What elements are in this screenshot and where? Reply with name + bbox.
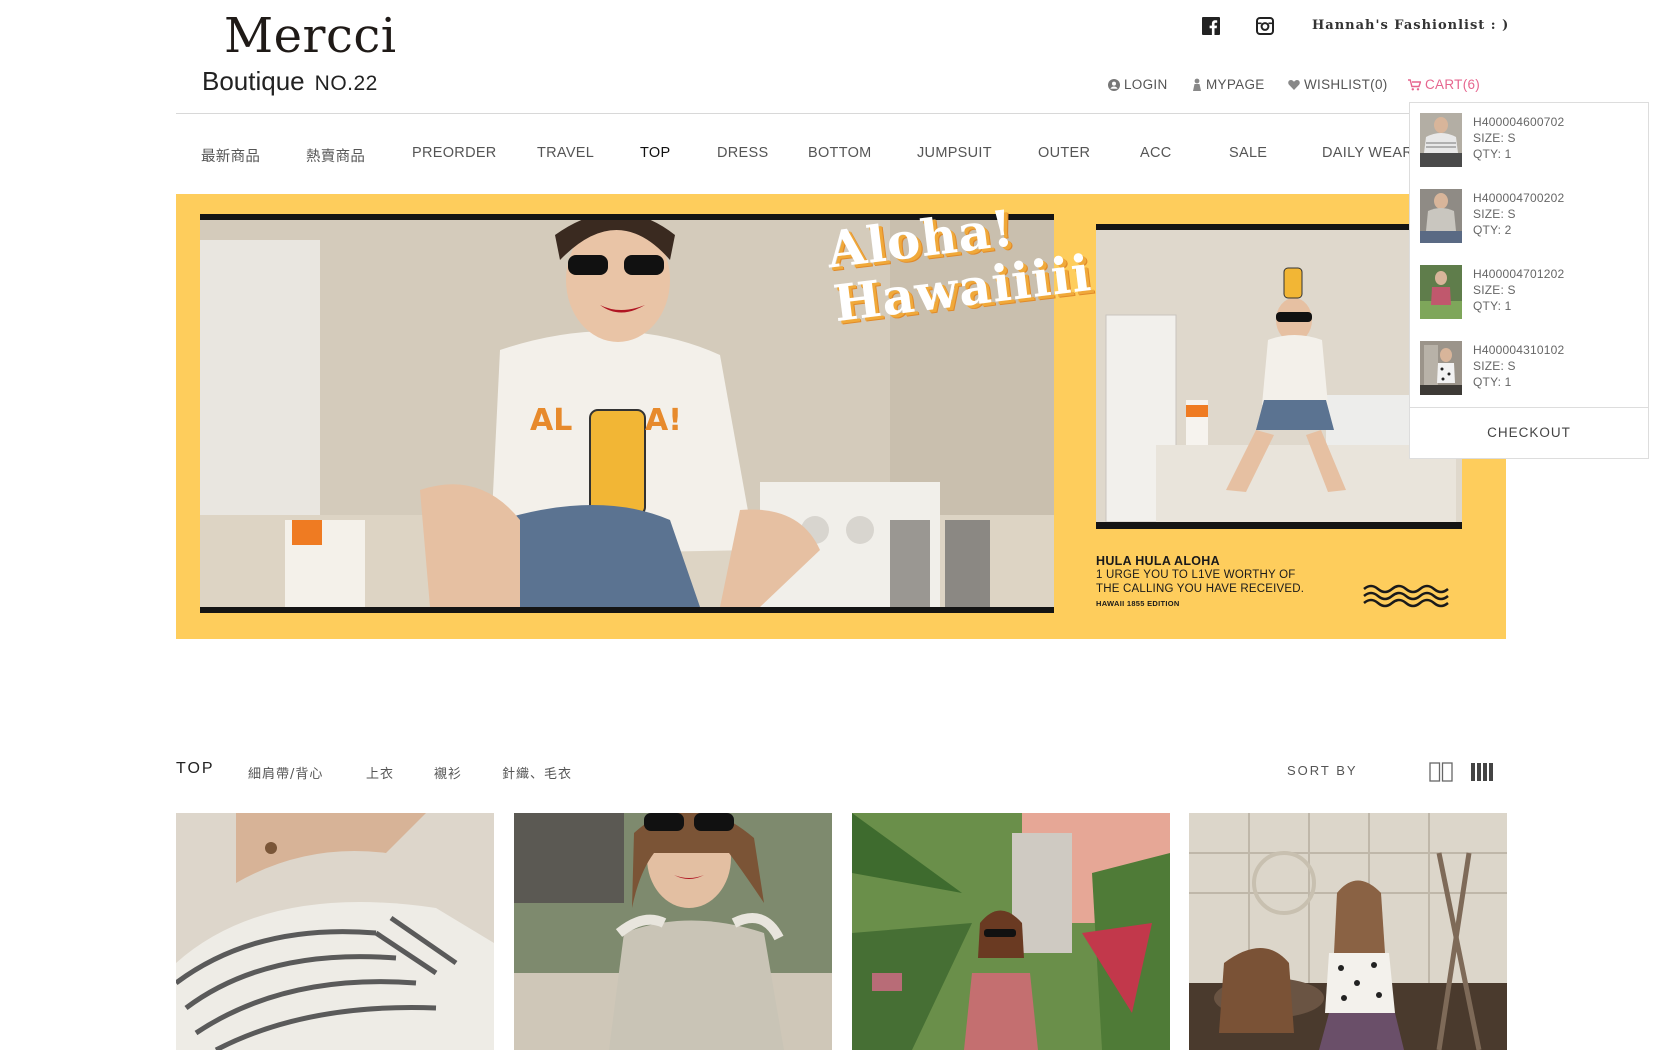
product-image (514, 813, 832, 1050)
sort-by-dropdown[interactable]: SORT BY (1287, 763, 1358, 778)
cart-item-code: H400004700202 (1473, 191, 1565, 205)
hero-banner[interactable]: AL A! Aloha! Hawaiiiii HULA HULA ALOHA 1… (176, 194, 1506, 639)
cart-item[interactable]: H400004701202 SIZE: S QTY: 1 (1420, 265, 1640, 319)
product-card[interactable] (852, 813, 1170, 1050)
nav-item-top[interactable]: TOP (640, 145, 670, 161)
nav-item-daily-wear[interactable]: DAILY WEAR (1322, 145, 1413, 161)
cart-item-code: H400004600702 (1473, 115, 1565, 129)
cart-item[interactable]: H400004600702 SIZE: S QTY: 1 (1420, 113, 1640, 167)
cart-item-qty: QTY: 1 (1473, 147, 1512, 161)
banner-copy-title: HULA HULA ALOHA (1096, 554, 1220, 568)
grid-4-icon[interactable] (1470, 762, 1494, 782)
product-image (176, 813, 494, 1050)
nav-item-acc[interactable]: ACC (1140, 145, 1172, 161)
brand-subtitle: Boutique NO.22 (202, 66, 378, 97)
product-image (852, 813, 1170, 1050)
mypage-label: MYPAGE (1206, 77, 1265, 92)
cart-link[interactable]: CART(6) (1408, 77, 1480, 92)
cart-item-size: SIZE: S (1473, 131, 1516, 145)
login-label: LOGIN (1124, 77, 1168, 92)
person-icon (1193, 78, 1201, 91)
instagram-icon[interactable] (1256, 17, 1274, 35)
cart-icon (1408, 78, 1421, 90)
shirt-print-left: AL (530, 403, 572, 438)
nav-item-new[interactable]: 最新商品 (201, 145, 260, 166)
product-image (1189, 813, 1507, 1050)
section-title: TOP (176, 760, 215, 777)
cart-item-code: H400004701202 (1473, 267, 1565, 281)
cart-dropdown: H400004600702 SIZE: S QTY: 1 H4000047002… (1409, 102, 1649, 459)
cart-item[interactable]: H400004310102 SIZE: S QTY: 1 (1420, 341, 1640, 395)
checkout-button[interactable]: CHECKOUT (1410, 425, 1648, 440)
cart-item-thumbnail (1420, 265, 1462, 319)
cart-item-info: H400004701202 SIZE: S QTY: 1 (1473, 266, 1564, 314)
nav-item-dress[interactable]: DRESS (717, 145, 768, 161)
cart-item-size: SIZE: S (1473, 283, 1516, 297)
cart-item-size: SIZE: S (1473, 207, 1516, 221)
banner-photo-secondary (1096, 224, 1462, 529)
brand-subtitle-text: Boutique (202, 66, 305, 96)
cart-item-info: H400004700202 SIZE: S QTY: 2 (1473, 190, 1564, 238)
subcategory-knitwear[interactable]: 針織、毛衣 (502, 763, 572, 782)
cart-item-qty: QTY: 1 (1473, 375, 1512, 389)
product-card[interactable] (1189, 813, 1507, 1050)
nav-item-jumpsuit[interactable]: JUMPSUIT (917, 145, 992, 161)
facebook-icon[interactable] (1202, 17, 1220, 35)
cart-label: CART(6) (1425, 77, 1481, 92)
banner-copy-line2: THE CALLING YOU HAVE RECEIVED. (1096, 583, 1305, 595)
nav-item-preorder[interactable]: PREORDER (412, 145, 497, 161)
header-divider (176, 113, 1516, 114)
cart-item-info: H400004310102 SIZE: S QTY: 1 (1473, 342, 1564, 390)
cart-item-qty: QTY: 2 (1473, 223, 1512, 237)
wave-icon (1363, 584, 1449, 608)
cart-item-qty: QTY: 1 (1473, 299, 1512, 313)
nav-item-sale[interactable]: SALE (1229, 145, 1267, 161)
brand-logo[interactable]: Mercci (224, 8, 397, 64)
banner-copy: HULA HULA ALOHA 1 URGE YOU TO L1VE WORTH… (1096, 554, 1304, 608)
subcategory-tops[interactable]: 上衣 (366, 763, 394, 782)
product-card[interactable] (176, 813, 494, 1050)
nav-item-bottom[interactable]: BOTTOM (808, 145, 872, 161)
nav-item-travel[interactable]: TRAVEL (537, 145, 594, 161)
cart-item-info: H400004600702 SIZE: S QTY: 1 (1473, 114, 1564, 162)
heart-icon (1288, 80, 1300, 90)
banner-copy-edition: HAWAII 1855 EDITION (1096, 599, 1180, 608)
nav-item-outer[interactable]: OUTER (1038, 145, 1090, 161)
shirt-print-right: A! (645, 403, 682, 438)
login-link[interactable]: LOGIN (1108, 77, 1168, 92)
cart-item-thumbnail (1420, 341, 1462, 395)
wishlist-label: WISHLIST(0) (1304, 77, 1388, 92)
cart-item-code: H400004310102 (1473, 343, 1565, 357)
fashionlist-link[interactable]: Hannah's Fashionlist : ) (1312, 18, 1509, 33)
cart-divider (1410, 407, 1648, 408)
banner-photo-secondary-illustration (1096, 230, 1462, 522)
brand-number: NO.22 (314, 72, 378, 95)
cart-item-size: SIZE: S (1473, 359, 1516, 373)
user-icon (1108, 78, 1120, 91)
banner-copy-line1: 1 URGE YOU TO L1VE WORTHY OF (1096, 569, 1296, 581)
subcategory-camisole[interactable]: 細肩帶/背心 (248, 763, 323, 782)
wishlist-link[interactable]: WISHLIST(0) (1288, 77, 1388, 92)
grid-2-icon[interactable] (1429, 762, 1453, 782)
page: Mercci Boutique NO.22 Hannah's Fashionlis… (0, 0, 1680, 1050)
cart-item-thumbnail (1420, 113, 1462, 167)
cart-item-thumbnail (1420, 189, 1462, 243)
subcategory-shirts[interactable]: 襯衫 (434, 763, 462, 782)
product-card[interactable] (514, 813, 832, 1050)
cart-item[interactable]: H400004700202 SIZE: S QTY: 2 (1420, 189, 1640, 243)
mypage-link[interactable]: MYPAGE (1192, 77, 1265, 92)
nav-item-hot[interactable]: 熱賣商品 (306, 145, 365, 166)
